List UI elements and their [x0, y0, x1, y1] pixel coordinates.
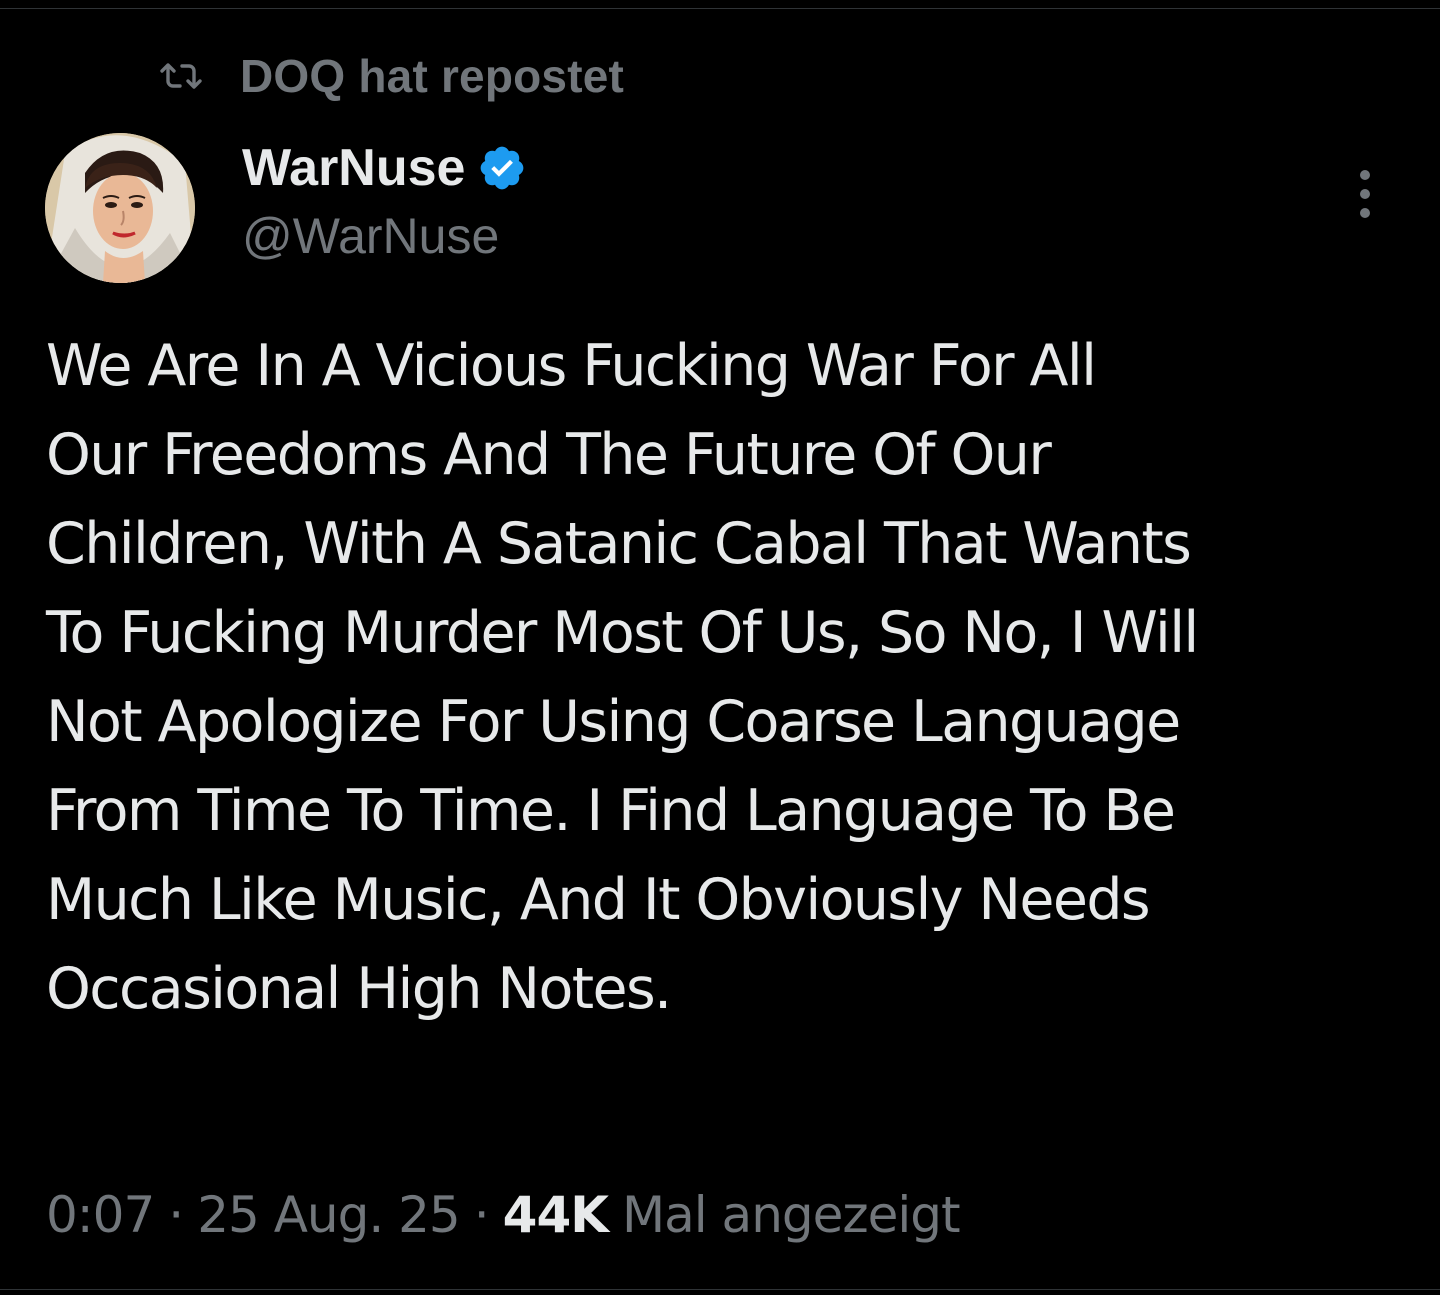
tweet-line: Much Like Music, And It Obviously Needs [46, 867, 1151, 933]
tweet-line: Not Apologize For Using Coarse Language [46, 689, 1181, 755]
tweet-line: Occasional High Notes. [46, 956, 672, 1022]
tweet-date[interactable]: 25 Aug. 25 [197, 1186, 461, 1244]
repost-context[interactable]: DOQ hat repostet [158, 48, 624, 104]
more-vertical-icon[interactable] [1350, 166, 1380, 222]
views-label: Mal angezeigt [621, 1186, 961, 1244]
repost-label: DOQ hat repostet [240, 50, 625, 102]
repost-icon [158, 61, 204, 91]
views-count[interactable]: 44K [503, 1186, 609, 1244]
tweet-text: We Are In A Vicious Fucking War For All … [46, 322, 1416, 1034]
user-handle[interactable]: @WarNuse [242, 206, 499, 266]
display-name[interactable]: WarNuse [242, 138, 465, 198]
bottom-divider [0, 1289, 1440, 1290]
tweet-line: Our Freedoms And The Future Of Our [46, 422, 1052, 488]
verified-badge-icon[interactable] [477, 143, 527, 193]
tweet-time[interactable]: 0:07 [46, 1186, 155, 1244]
tweet-line: To Fucking Murder Most Of Us, So No, I W… [46, 600, 1199, 666]
meta-separator: · [473, 1186, 490, 1244]
avatar[interactable] [45, 133, 195, 283]
tweet-meta: 0:07 · 25 Aug. 25 · 44K Mal angezeigt [46, 1180, 961, 1250]
meta-separator: · [168, 1186, 184, 1244]
top-divider [0, 8, 1440, 9]
author-name-row[interactable]: WarNuse [242, 136, 527, 200]
tweet-line: Children, With A Satanic Cabal That Want… [46, 511, 1192, 577]
tweet-line: We Are In A Vicious Fucking War For All [46, 333, 1097, 399]
tweet-line: From Time To Time. I Find Language To Be [46, 778, 1176, 844]
